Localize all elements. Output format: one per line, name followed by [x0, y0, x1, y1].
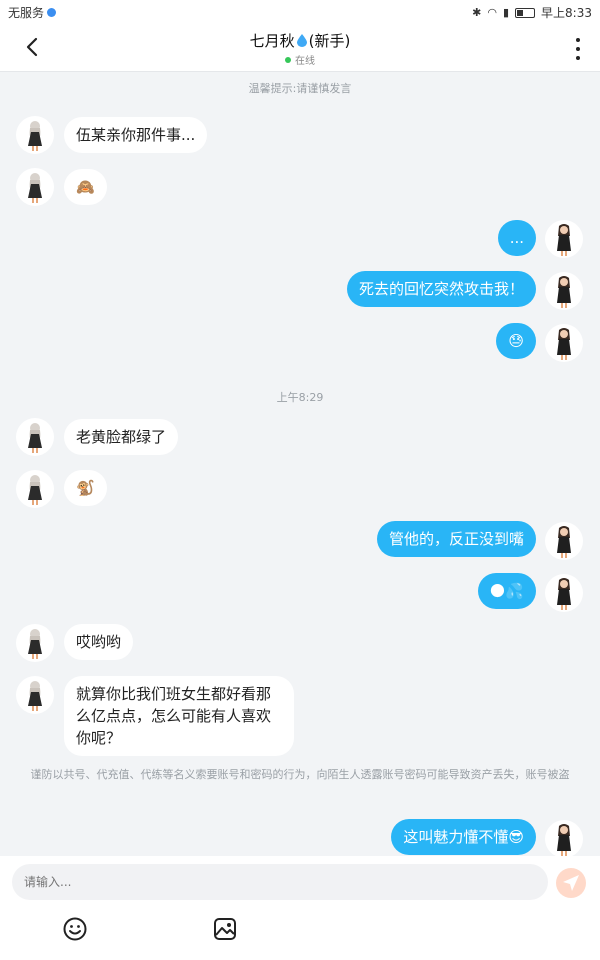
message-bubble[interactable]: 这叫魅力懂不懂😎: [391, 819, 536, 855]
signal-icon: ▮: [502, 6, 510, 19]
water-drop-icon: [296, 34, 307, 47]
contact-avatar[interactable]: [16, 168, 54, 206]
message-bubble[interactable]: 就算你比我们班女生都好看那么亿点点，怎么可能有人喜欢你呢？: [64, 676, 294, 756]
timestamp: 上午8:29: [276, 391, 324, 404]
contact-avatar[interactable]: [16, 676, 54, 714]
message-bubble[interactable]: 老黄脸都绿了: [64, 419, 179, 455]
presence-label: 在线: [295, 56, 315, 67]
status-bar: 无服务 ✱ ◠ ▮ 早上8:33: [0, 0, 600, 24]
image-icon[interactable]: [212, 916, 238, 942]
self-avatar[interactable]: [545, 820, 583, 858]
contact-avatar[interactable]: [16, 470, 54, 508]
online-dot-icon: [285, 56, 291, 63]
battery-icon: [515, 7, 536, 18]
newbie-badge: (新手): [308, 32, 351, 50]
more-options-icon[interactable]: [574, 38, 582, 60]
message-bubble[interactable]: 😓: [496, 323, 536, 359]
message-bubble[interactable]: ...: [497, 220, 536, 256]
safety-tip: 温馨提示:请谨慎发言: [248, 82, 352, 95]
self-avatar[interactable]: [545, 324, 583, 362]
bluetooth-icon: ✱: [472, 6, 482, 19]
message-bubble[interactable]: 哎哟哟: [64, 624, 134, 660]
contact-name: 七月秋: [249, 32, 295, 50]
send-button[interactable]: [556, 868, 586, 898]
message-bubble[interactable]: 管他的，反正没到嘴: [376, 521, 536, 557]
emoji-icon[interactable]: [62, 916, 88, 942]
message-bubble[interactable]: 伍某亲你那件事...: [64, 117, 208, 153]
message-input[interactable]: [12, 864, 548, 900]
message-bubble[interactable]: 🙈: [64, 169, 107, 205]
contact-avatar[interactable]: [16, 624, 54, 662]
carrier-label: 无服务: [8, 6, 45, 20]
contact-avatar[interactable]: [16, 116, 54, 154]
send-icon: [563, 875, 579, 891]
wifi-icon: ◠: [487, 6, 497, 19]
self-avatar[interactable]: [545, 220, 583, 258]
self-avatar[interactable]: [545, 522, 583, 560]
network-badge-icon: [47, 8, 57, 17]
self-avatar[interactable]: [545, 272, 583, 310]
message-bubble[interactable]: 死去的回忆突然攻击我！: [346, 271, 536, 307]
message-bubble[interactable]: 🌑💦: [477, 573, 536, 609]
chat-header: 七月秋 (新手) 在线: [0, 24, 600, 72]
self-avatar[interactable]: [545, 574, 583, 612]
contact-avatar[interactable]: [16, 418, 54, 456]
security-warning: 谨防以共号、代充值、代练等名义索要账号和密码的行为，向陌生人透露账号密码可能导致…: [30, 768, 570, 781]
composer: [0, 856, 600, 960]
message-bubble[interactable]: 🐒: [64, 470, 107, 506]
clock: 早上8:33: [541, 6, 592, 20]
contact-title: 七月秋 (新手): [250, 30, 351, 51]
